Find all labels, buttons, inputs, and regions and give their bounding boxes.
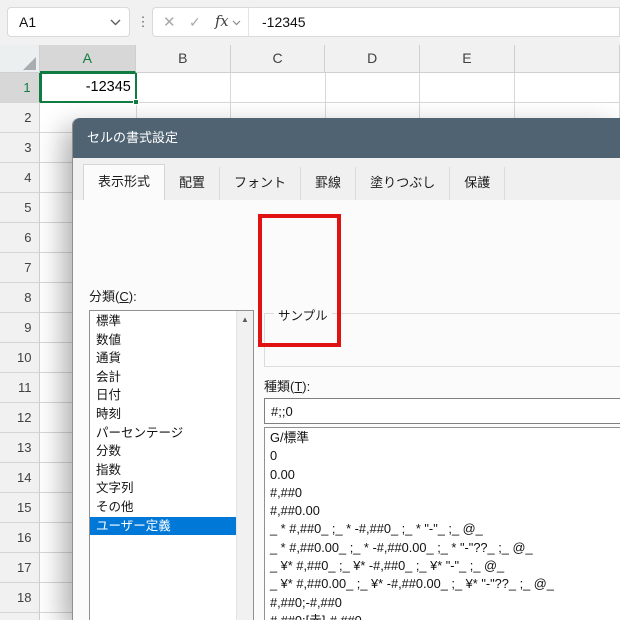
active-cell-value: -12345 [41, 73, 136, 102]
row-header-17[interactable]: 17 [0, 553, 40, 583]
category-item[interactable]: パーセンテージ [90, 424, 236, 443]
category-item[interactable]: 文字列 [90, 479, 236, 498]
select-all-corner[interactable] [0, 45, 40, 73]
category-listbox: 標準数値通貨会計日付時刻パーセンテージ分数指数文字列その他ユーザー定義 ▲ ▼ [89, 310, 254, 620]
column-header-a[interactable]: A [40, 45, 136, 73]
row-header-10[interactable]: 10 [0, 343, 40, 373]
type-input[interactable] [264, 398, 620, 424]
format-code-item[interactable]: #,##0;[赤]-#,##0 [265, 612, 620, 620]
tab-font[interactable]: フォント [220, 167, 301, 200]
grid-row: 1-12345 [0, 73, 620, 103]
tab-number-format[interactable]: 表示形式 [83, 164, 165, 200]
tab-protection[interactable]: 保護 [450, 167, 505, 200]
row-header-12[interactable]: 12 [0, 403, 40, 433]
dialog-title: セルの書式設定 [87, 130, 178, 145]
formula-input[interactable]: -12345 [248, 7, 620, 37]
column-header-partial[interactable] [515, 45, 620, 73]
row-header-5[interactable]: 5 [0, 193, 40, 223]
row-header-11[interactable]: 11 [0, 373, 40, 403]
drag-handle-dots-icon[interactable]: ⋮ [136, 7, 150, 37]
column-header-b[interactable]: B [136, 45, 231, 73]
format-code-item[interactable]: _ * #,##0.00_ ;_ * -#,##0.00_ ;_ * "-"??… [265, 539, 620, 557]
category-scrollbar[interactable]: ▲ ▼ [236, 311, 253, 620]
name-box[interactable]: A1 [7, 7, 130, 37]
category-label: 分類(C): [89, 286, 137, 305]
row-header-6[interactable]: 6 [0, 223, 40, 253]
dialog-titlebar[interactable]: セルの書式設定 [73, 118, 620, 158]
row-header-16[interactable]: 16 [0, 523, 40, 553]
category-item[interactable]: 指数 [90, 461, 236, 480]
name-box-value: A1 [19, 14, 110, 30]
grid-cell[interactable] [137, 73, 232, 103]
row-header-9[interactable]: 9 [0, 313, 40, 343]
row-header-3[interactable]: 3 [0, 133, 40, 163]
category-item[interactable]: 通貨 [90, 349, 236, 368]
column-header-d[interactable]: D [325, 45, 420, 73]
category-item[interactable]: その他 [90, 498, 236, 517]
fx-chevron-down-icon[interactable] [232, 13, 241, 31]
scroll-up-icon[interactable]: ▲ [237, 311, 253, 328]
grid-cell[interactable]: -12345 [41, 73, 137, 103]
tab-alignment[interactable]: 配置 [165, 167, 220, 200]
category-item[interactable]: 時刻 [90, 405, 236, 424]
format-code-item[interactable]: _ ¥* #,##0.00_ ;_ ¥* -#,##0.00_ ;_ ¥* "-… [265, 575, 620, 593]
column-header-e[interactable]: E [420, 45, 515, 73]
row-header-1[interactable]: 1 [0, 73, 41, 103]
format-code-item[interactable]: #,##0.00 [265, 502, 620, 520]
fill-handle[interactable] [133, 99, 139, 105]
category-item[interactable]: ユーザー定義 [90, 517, 236, 536]
cancel-icon[interactable]: ✕ [163, 13, 189, 31]
grid-cell[interactable] [515, 73, 620, 103]
formula-text: -12345 [262, 14, 306, 30]
format-code-item[interactable]: #,##0;-#,##0 [265, 594, 620, 612]
format-code-item[interactable]: 0.00 [265, 466, 620, 484]
category-items: 標準数値通貨会計日付時刻パーセンテージ分数指数文字列その他ユーザー定義 [90, 311, 236, 620]
sample-groupbox: サンプル [264, 313, 620, 367]
format-code-listbox: G/標準00.00#,##0#,##0.00_ * #,##0_ ;_ * -#… [264, 427, 620, 620]
grid-cell[interactable] [326, 73, 421, 103]
insert-function-icon[interactable]: fx [215, 14, 229, 30]
row-header-14[interactable]: 14 [0, 463, 40, 493]
category-item[interactable]: 会計 [90, 368, 236, 387]
formula-bar: A1 ⋮ ✕ ✓ fx -12345 [0, 0, 620, 45]
dialog-body: 分類(C): 標準数値通貨会計日付時刻パーセンテージ分数指数文字列その他ユーザー… [73, 200, 620, 620]
column-headers: ABCDE [0, 45, 620, 73]
column-header-c[interactable]: C [231, 45, 326, 73]
grid-cell[interactable] [420, 73, 515, 103]
enter-check-icon[interactable]: ✓ [189, 14, 215, 31]
row-header-15[interactable]: 15 [0, 493, 40, 523]
format-code-item[interactable]: #,##0 [265, 484, 620, 502]
grid-cell[interactable] [231, 73, 326, 103]
row-header-partial[interactable] [0, 613, 40, 620]
category-item[interactable]: 数値 [90, 331, 236, 350]
format-code-item[interactable]: 0 [265, 447, 620, 465]
format-code-item[interactable]: G/標準 [265, 429, 620, 447]
format-code-item[interactable]: _ * #,##0_ ;_ * -#,##0_ ;_ * "-"_ ;_ @_ [265, 520, 620, 538]
row-header-2[interactable]: 2 [0, 103, 40, 133]
category-item[interactable]: 分数 [90, 442, 236, 461]
type-label: 種類(T): [264, 376, 310, 395]
format-code-item[interactable]: _ ¥* #,##0_ ;_ ¥* -#,##0_ ;_ ¥* "-"_ ;_ … [265, 557, 620, 575]
row-header-7[interactable]: 7 [0, 253, 40, 283]
category-item[interactable]: 標準 [90, 312, 236, 331]
row-header-13[interactable]: 13 [0, 433, 40, 463]
category-item[interactable]: 日付 [90, 386, 236, 405]
tab-border[interactable]: 罫線 [301, 167, 356, 200]
chevron-down-icon[interactable] [110, 13, 121, 31]
sample-legend: サンプル [274, 305, 332, 324]
format-cells-dialog: セルの書式設定 表示形式配置フォント罫線塗りつぶし保護 分類(C): 標準数値通… [72, 118, 620, 620]
formula-controls: ✕ ✓ fx [152, 7, 248, 37]
row-header-8[interactable]: 8 [0, 283, 40, 313]
row-header-4[interactable]: 4 [0, 163, 40, 193]
select-all-triangle-icon [23, 57, 36, 70]
row-header-18[interactable]: 18 [0, 583, 40, 613]
tab-fill[interactable]: 塗りつぶし [356, 167, 450, 200]
dialog-tabstrip: 表示形式配置フォント罫線塗りつぶし保護 [73, 158, 620, 200]
